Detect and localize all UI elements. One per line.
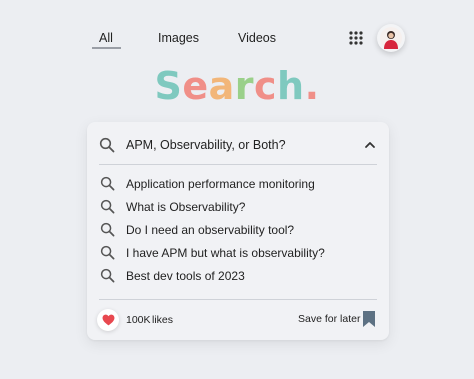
logo-letter: c [254,64,278,108]
suggestion-label: I have APM but what is observability? [126,246,325,260]
suggestion-label: What is Observability? [126,200,246,214]
likes-label: likes [152,314,174,326]
suggestion-item[interactable]: Best dev tools of 2023 [87,265,389,287]
suggestion-item[interactable]: Do I need an observability tool? [87,219,389,241]
tab-images[interactable]: Images [158,31,199,45]
suggestion-item[interactable]: What is Observability? [87,196,389,218]
logo-letter: r [234,64,255,108]
user-avatar-icon [380,27,402,49]
logo-letter: . [304,64,320,108]
search-input[interactable]: APM, Observability, or Both? [87,132,389,158]
suggestion-item[interactable]: Application performance monitoring [87,173,389,195]
tab-all[interactable]: All [99,31,113,45]
likes-count: 100K [126,314,151,326]
like-button[interactable] [97,309,119,331]
search-icon [100,268,115,283]
suggestion-label: Best dev tools of 2023 [126,269,245,283]
search-icon [100,176,115,191]
save-for-later-link[interactable]: Save for later [298,313,360,325]
search-icon [100,222,115,237]
search-logo: Search. [0,64,474,108]
suggestion-item[interactable]: I have APM but what is observability? [87,242,389,264]
logo-letter: a [208,64,235,108]
divider [99,299,377,300]
divider [99,164,377,165]
search-icon [100,245,115,260]
search-query: APM, Observability, or Both? [126,138,286,152]
logo-letter: S [154,64,183,108]
suggestion-label: Do I need an observability tool? [126,223,295,237]
search-icon [99,137,115,153]
logo-letter: h [277,64,305,108]
logo-letter: e [182,64,209,108]
chevron-up-icon[interactable] [364,140,376,150]
search-icon [100,199,115,214]
search-card: APM, Observability, or Both? Application… [87,122,389,340]
bookmark-icon[interactable] [362,310,376,328]
heart-icon [102,314,114,326]
avatar[interactable] [377,24,405,52]
apps-grid-icon[interactable] [349,31,363,45]
active-tab-indicator [92,47,121,49]
tab-videos[interactable]: Videos [238,31,276,45]
suggestion-label: Application performance monitoring [126,177,315,191]
